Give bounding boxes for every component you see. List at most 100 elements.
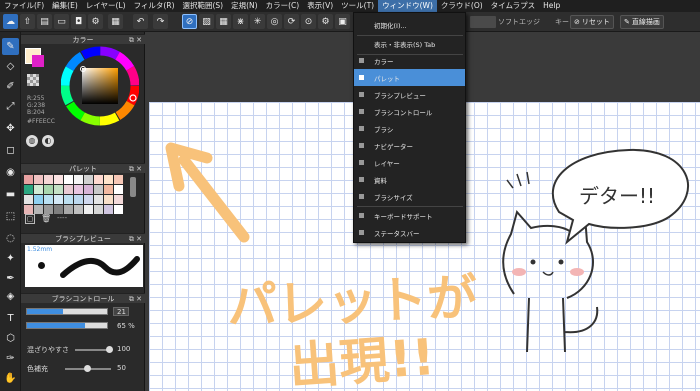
palette-swatch[interactable]	[94, 195, 103, 204]
palette-swatch[interactable]	[74, 185, 83, 194]
palette-swatch[interactable]	[44, 185, 53, 194]
menu-item-palette[interactable]: パレット	[354, 69, 465, 86]
eraser-tool-icon[interactable]: ◇	[2, 58, 19, 75]
palette-swatch[interactable]	[24, 185, 33, 194]
palette-swatch[interactable]	[64, 195, 73, 204]
menu-item-brush[interactable]: ブラシ	[354, 120, 465, 137]
cross-snap-icon[interactable]: ▦	[216, 14, 231, 29]
lasso-tool-icon[interactable]: ◌	[2, 230, 19, 247]
palette-swatch[interactable]	[34, 195, 43, 204]
menu-item-toggle-visibility[interactable]: 表示・非表示(S) Tab	[354, 35, 465, 52]
menu-filter[interactable]: フィルタ(R)	[130, 0, 179, 12]
palette-swatch[interactable]	[104, 205, 113, 214]
palette-swatch[interactable]	[84, 205, 93, 214]
panel-controls[interactable]: ⧉ ✕	[129, 234, 142, 244]
menu-item-keyboard-support[interactable]: キーボードサポート	[354, 207, 465, 224]
chat-icon[interactable]: ▭	[54, 14, 69, 29]
trash-icon[interactable]: 🗑	[41, 214, 51, 224]
palette-swatch[interactable]	[64, 205, 73, 214]
menu-color[interactable]: カラー(C)	[262, 0, 304, 12]
parallel-snap-icon[interactable]: ▨	[199, 14, 214, 29]
palette-swatch[interactable]	[94, 175, 103, 184]
select-eraser-tool-icon[interactable]: ◈	[2, 288, 19, 305]
palette-swatch[interactable]	[114, 175, 123, 184]
palette-swatch[interactable]	[54, 185, 63, 194]
blend-slider-knob[interactable]	[106, 346, 113, 353]
palette-swatch[interactable]	[104, 195, 113, 204]
transform-tool-icon[interactable]: ◻	[2, 142, 19, 159]
menu-item-brush-control[interactable]: ブラシコントロール	[354, 103, 465, 120]
brush-setting-icon[interactable]: ▣	[335, 14, 350, 29]
palette-panel-header[interactable]: パレット ⧉ ✕	[21, 163, 145, 173]
palette-swatch[interactable]	[114, 185, 123, 194]
menu-layer[interactable]: レイヤー(L)	[82, 0, 130, 12]
bubble-icon[interactable]: ◘	[71, 14, 86, 29]
cloud-icon[interactable]: ☁	[3, 14, 18, 29]
palette-swatch[interactable]	[84, 185, 93, 194]
palette-swatch[interactable]	[54, 175, 63, 184]
panel-controls[interactable]: ⧉ ✕	[129, 35, 142, 45]
palette-swatch[interactable]	[54, 205, 63, 214]
gradient-tool-icon[interactable]: ▬	[2, 186, 19, 203]
menu-item-color[interactable]: カラー	[354, 52, 465, 69]
curve-snap-icon[interactable]: ⟳	[284, 14, 299, 29]
menu-ruler[interactable]: 定規(N)	[227, 0, 261, 12]
move-tool-icon[interactable]: ✥	[2, 120, 19, 137]
hand-tool-icon[interactable]: ✋	[2, 370, 19, 387]
snap-dropdown[interactable]	[470, 16, 496, 28]
palette-mode-icon[interactable]: ◍	[26, 135, 38, 147]
palette-swatch[interactable]	[114, 205, 123, 214]
palette-swatch[interactable]	[24, 205, 33, 214]
no-snap-icon[interactable]: ⊘	[182, 14, 197, 29]
palette-swatch[interactable]	[44, 205, 53, 214]
palette-swatch[interactable]	[64, 185, 73, 194]
palette-swatch[interactable]	[54, 195, 63, 204]
palette-swatch[interactable]	[104, 185, 113, 194]
menu-file[interactable]: ファイル(F)	[0, 0, 48, 12]
text-tool-icon[interactable]: T	[2, 310, 19, 327]
menu-cloud[interactable]: クラウド(O)	[437, 0, 487, 12]
new-palette-icon[interactable]: ▢	[25, 214, 35, 224]
concentric-snap-icon[interactable]: ⊙	[301, 14, 316, 29]
menu-help[interactable]: Help	[539, 0, 564, 12]
menu-edit[interactable]: 編集(E)	[48, 0, 82, 12]
grid-icon[interactable]: ▦	[108, 14, 123, 29]
panel-controls[interactable]: ⧉ ✕	[129, 294, 142, 304]
smudge-tool-icon[interactable]: ✐	[2, 78, 19, 95]
fill-tool-icon[interactable]: ◉	[2, 164, 19, 181]
palette-swatch[interactable]	[84, 175, 93, 184]
palette-swatch[interactable]	[44, 175, 53, 184]
palette-swatch[interactable]	[114, 195, 123, 204]
menu-tool[interactable]: ツール(T)	[337, 0, 378, 12]
vanish-snap-icon[interactable]: ⋇	[233, 14, 248, 29]
comment-icon[interactable]: ▤	[37, 14, 52, 29]
menu-item-layer[interactable]: レイヤー	[354, 154, 465, 171]
circle-snap-icon[interactable]: ◎	[267, 14, 282, 29]
transparent-swatch[interactable]	[27, 74, 39, 86]
palette-swatch[interactable]	[34, 185, 43, 194]
opacity-slider[interactable]	[26, 322, 108, 329]
palette-swatch[interactable]	[94, 185, 103, 194]
blur-tool-icon[interactable]: ⤢	[2, 98, 19, 115]
palette-scrollbar[interactable]	[130, 177, 136, 197]
menu-window[interactable]: ウィンドウ(W)	[378, 0, 437, 12]
menu-item-navigator[interactable]: ナビゲーター	[354, 137, 465, 154]
palette-swatch[interactable]	[84, 195, 93, 204]
menu-item-initialize[interactable]: 初期化(I)...	[354, 16, 465, 33]
undo-icon[interactable]: ↶	[133, 14, 148, 29]
palette-swatch[interactable]	[34, 205, 43, 214]
redo-icon[interactable]: ↷	[153, 14, 168, 29]
palette-swatch[interactable]	[24, 175, 33, 184]
palette-swatch[interactable]	[74, 205, 83, 214]
share-icon[interactable]: ⇧	[20, 14, 35, 29]
palette-grid[interactable]	[24, 175, 128, 214]
palette-swatch[interactable]	[104, 175, 113, 184]
brush-size-slider[interactable]	[26, 308, 108, 315]
background-color-swatch[interactable]	[32, 55, 44, 67]
palette-swatch[interactable]	[24, 195, 33, 204]
radial-snap-icon[interactable]: ✳	[250, 14, 265, 29]
straight-line-button[interactable]: ✎ 直線描画	[620, 15, 664, 29]
menu-select[interactable]: 選択範囲(S)	[179, 0, 228, 12]
fill-slider[interactable]	[65, 365, 111, 372]
palette-swatch[interactable]	[44, 195, 53, 204]
